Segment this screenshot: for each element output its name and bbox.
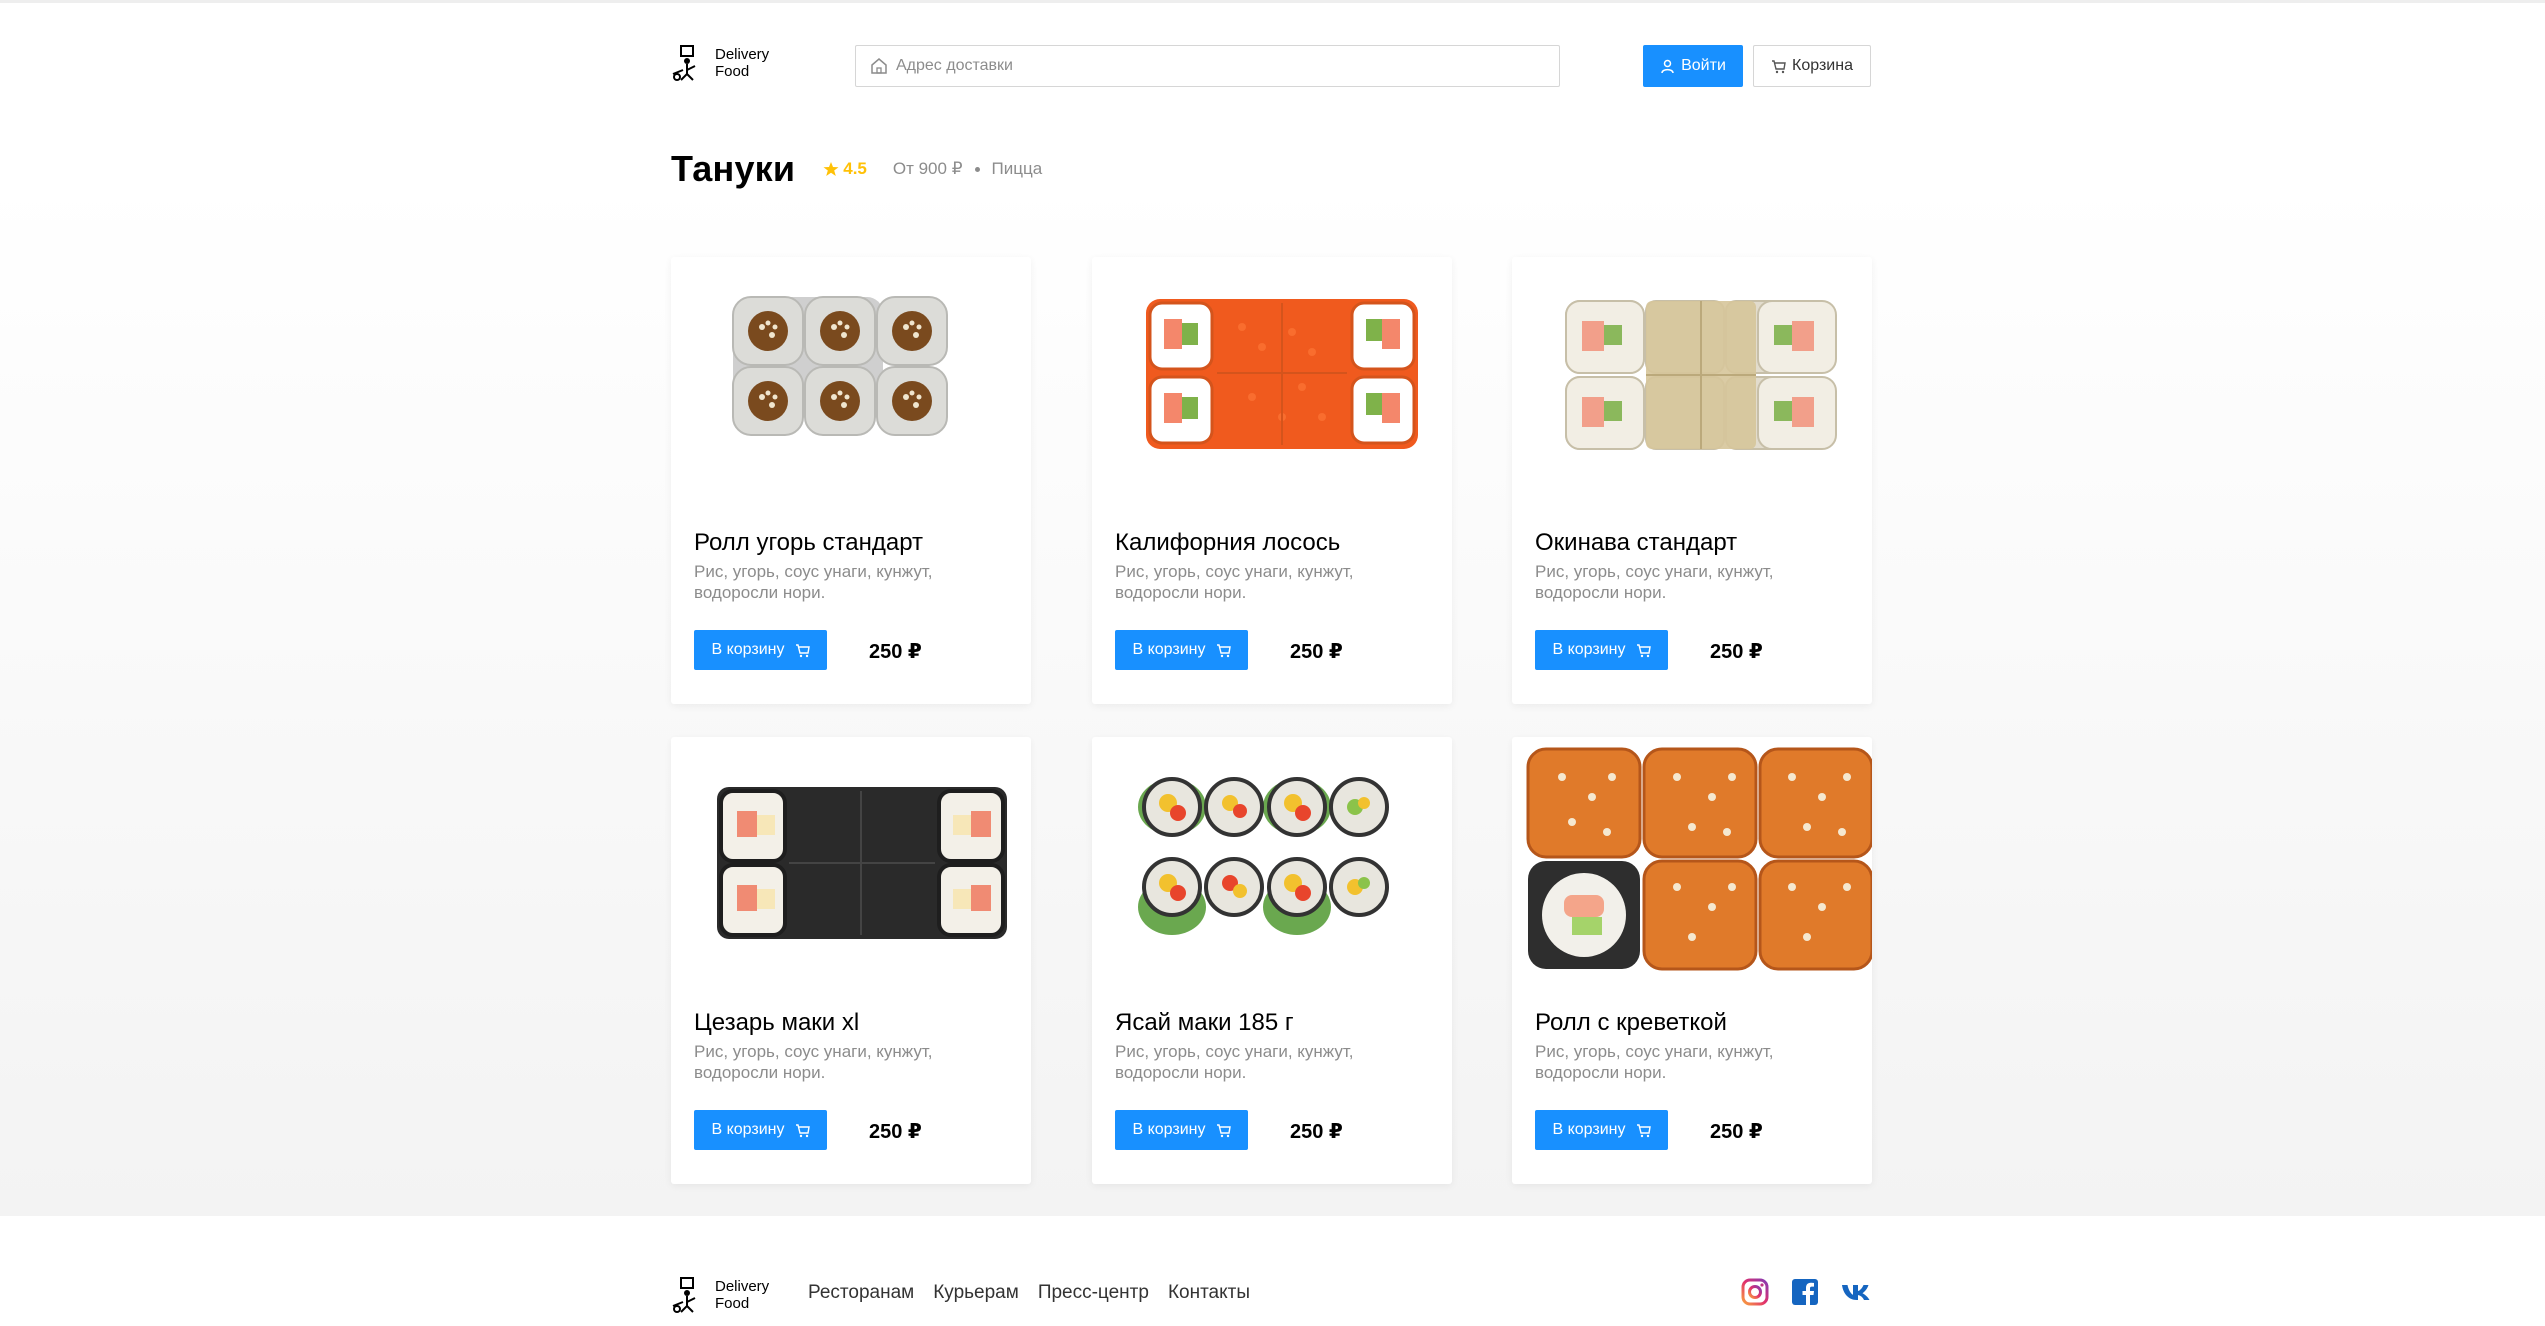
footer-nav: Ресторанам Курьерам Пресс-центр Контакты	[808, 1282, 1250, 1304]
rating: 4.5	[823, 159, 867, 179]
product-title: Цезарь маки xl	[694, 1009, 860, 1036]
add-to-cart-label: В корзину	[1132, 641, 1206, 658]
product-card: Ясай маки 185 г Рис, угорь, соус унаги, …	[1092, 737, 1452, 1184]
product-price: 250 ₽	[869, 1121, 922, 1143]
footer-link-couriers[interactable]: Курьерам	[933, 1282, 1019, 1304]
footer-link-restaurants[interactable]: Ресторанам	[808, 1282, 914, 1304]
product-title: Ролл угорь стандарт	[694, 529, 924, 556]
product-description: Рис, угорь, соус унаги, кунжут, водоросл…	[1535, 1042, 1774, 1082]
product-card: Ролл угорь стандарт Рис, угорь, соус уна…	[671, 257, 1031, 704]
home-icon	[871, 58, 887, 74]
cart-button[interactable]: Корзина	[1753, 45, 1871, 87]
add-to-cart-label: В корзину	[711, 1121, 785, 1138]
shopping-cart-icon	[1636, 1123, 1651, 1137]
address-input[interactable]	[896, 57, 1536, 75]
add-to-cart-button[interactable]: В корзину	[1115, 630, 1248, 670]
header-logo[interactable]: Delivery Food	[671, 44, 785, 82]
vk-icon[interactable]	[1840, 1277, 1876, 1307]
restaurant-title: Тануки	[671, 148, 796, 189]
product-card: Калифорния лосось Рис, угорь, соус унаги…	[1092, 257, 1452, 704]
caesar-maki-image	[717, 787, 1007, 939]
courier-logo-icon	[672, 1277, 696, 1313]
address-search[interactable]	[855, 45, 1560, 87]
instagram-icon[interactable]	[1740, 1277, 1770, 1307]
product-description: Рис, угорь, соус унаги, кунжут, водоросл…	[694, 1042, 933, 1082]
top-border	[0, 0, 2545, 3]
shrimp-roll-image	[1526, 747, 1872, 971]
shopping-cart-icon	[1636, 643, 1651, 657]
add-to-cart-label: В корзину	[1132, 1121, 1206, 1138]
shopping-cart-icon	[1216, 643, 1231, 657]
facebook-icon[interactable]	[1790, 1277, 1820, 1307]
add-to-cart-button[interactable]: В корзину	[1535, 630, 1668, 670]
product-price: 250 ₽	[1290, 641, 1343, 663]
restaurant-header: Тануки 4.5 От 900 ₽ Пицца	[671, 148, 1042, 190]
product-description: Рис, угорь, соус унаги, кунжут, водоросл…	[694, 562, 933, 602]
okinawa-roll-image	[1565, 300, 1837, 450]
add-to-cart-button[interactable]: В корзину	[694, 1110, 827, 1150]
star-icon	[823, 162, 839, 176]
shopping-cart-icon	[1772, 59, 1786, 73]
product-title: Окинава стандарт	[1535, 529, 1738, 556]
cart-label: Корзина	[1792, 57, 1853, 74]
kitchen-category: Пицца	[991, 159, 1043, 178]
user-icon	[1661, 59, 1674, 73]
footer-link-press[interactable]: Пресс-центр	[1038, 1282, 1149, 1304]
shopping-cart-icon	[795, 1123, 810, 1137]
yasai-maki-image	[1138, 777, 1389, 935]
page: Delivery Food Войти Корзина Тануки 4.5	[0, 0, 2545, 1326]
login-label: Войти	[1681, 57, 1726, 74]
product-description: Рис, угорь, соус унаги, кунжут, водоросл…	[1115, 1042, 1354, 1082]
product-card: Цезарь маки xl Рис, угорь, соус унаги, к…	[671, 737, 1031, 1184]
logo-text: Delivery Food	[715, 1278, 770, 1312]
product-title: Ролл с креветкой	[1535, 1009, 1727, 1036]
product-description: Рис, угорь, соус унаги, кунжут, водоросл…	[1115, 562, 1354, 602]
logo-text: Delivery Food	[715, 46, 770, 80]
product-price: 250 ₽	[1710, 641, 1763, 663]
product-title: Ясай маки 185 г	[1115, 1009, 1294, 1036]
add-to-cart-button[interactable]: В корзину	[694, 630, 827, 670]
product-price: 250 ₽	[1710, 1121, 1763, 1143]
california-roll-image	[1146, 299, 1418, 449]
rating-value: 4.5	[843, 159, 867, 178]
shopping-cart-icon	[1216, 1123, 1231, 1137]
shopping-cart-icon	[795, 643, 810, 657]
add-to-cart-label: В корзину	[1552, 641, 1626, 658]
footer-logo[interactable]: Delivery Food	[671, 1276, 785, 1314]
separator-dot	[974, 166, 980, 172]
add-to-cart-label: В корзину	[1552, 1121, 1626, 1138]
eel-roll-image	[732, 296, 948, 436]
product-description: Рис, угорь, соус унаги, кунжут, водоросл…	[1535, 562, 1774, 602]
social-links	[1740, 1277, 1876, 1307]
login-button[interactable]: Войти	[1643, 45, 1743, 87]
product-card: Окинава стандарт Рис, угорь, соус унаги,…	[1512, 257, 1872, 704]
price-from: От 900 ₽	[892, 159, 963, 178]
product-title: Калифорния лосось	[1115, 529, 1341, 556]
add-to-cart-button[interactable]: В корзину	[1535, 1110, 1668, 1150]
add-to-cart-label: В корзину	[711, 641, 785, 658]
add-to-cart-button[interactable]: В корзину	[1115, 1110, 1248, 1150]
courier-logo-icon	[672, 45, 696, 81]
footer-link-contacts[interactable]: Контакты	[1168, 1282, 1250, 1304]
product-card: Ролл с креветкой Рис, угорь, соус унаги,…	[1512, 737, 1872, 1184]
product-price: 250 ₽	[1290, 1121, 1343, 1143]
product-price: 250 ₽	[869, 641, 922, 663]
